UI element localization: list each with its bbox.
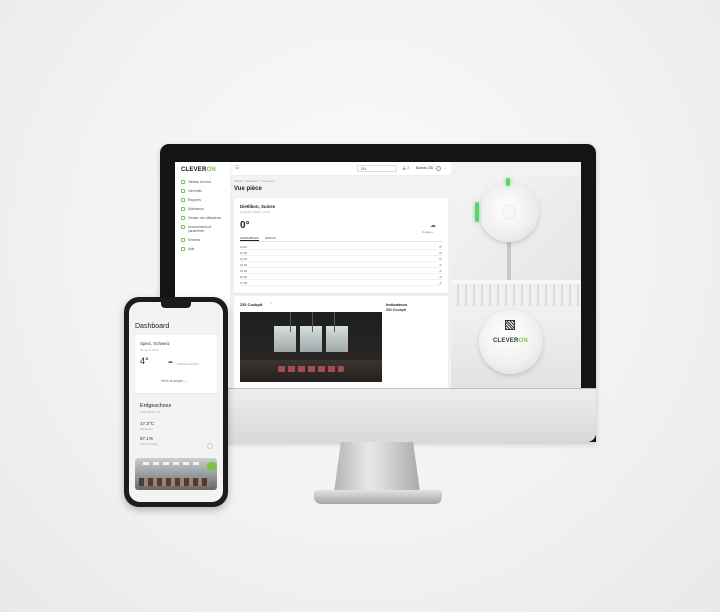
temperature-label: Temperatur (140, 428, 154, 431)
unit-select[interactable]: CH ⌄ (357, 165, 397, 172)
weather-condition: Nuageux (422, 230, 434, 234)
sidebar-item-building[interactable]: Immeuble ⌄ (181, 189, 227, 193)
sidebar-item-services[interactable]: Services (181, 238, 227, 242)
forecast-list: 11:00 0° 12:00 0° 13:00 0° 14:00 -1° 15:00 -1… (240, 244, 442, 286)
sidebar-item-label: Immeuble (188, 189, 202, 193)
sidebar-item-users[interactable]: Utilisateurs (181, 207, 227, 211)
phone-floor-photo (135, 458, 217, 490)
cockpit-title: ZID Cockpit (240, 302, 263, 307)
phone-weather-date: Mi, 11.01.2023 (140, 348, 159, 352)
report-icon (181, 198, 185, 202)
phone-page-title: Dashboard (135, 323, 170, 330)
radiator (451, 284, 581, 306)
lamp (334, 312, 335, 332)
users-icon (181, 207, 185, 211)
sidebar-item-label: Aide (188, 247, 195, 251)
building-icon (181, 189, 185, 193)
show-more-link[interactable]: Mehr anzeigen ⌄ (161, 379, 187, 383)
sidebar-item-user-management[interactable]: Gestion des utilisateurs (181, 216, 227, 220)
main-content: Suisse > Dietlikon > Vue pièce Vue pièce… (231, 176, 451, 388)
sensor-pipe (507, 236, 511, 286)
top-bar: ☰ CH ⌄ 🔔︎ 2 Bureau ZID ⌄ (231, 162, 451, 176)
desktop-screen: CLEVERON Tableau de bord Immeuble ⌄ Rappo… (175, 162, 581, 388)
lamp (290, 312, 291, 332)
thermostat-photo: CLEVERON (451, 280, 581, 388)
phone-weather-condition: Teilweise bewölkt (177, 362, 199, 366)
humidity-value: 67.1% (140, 436, 154, 441)
floor-subtitle: Total Räume: 12 (140, 410, 161, 414)
notification-count: 2 (407, 166, 410, 170)
floor-title: Erdgeschoss (140, 403, 172, 409)
window (274, 326, 296, 352)
subscription-icon (181, 225, 185, 229)
room-photo (240, 312, 382, 382)
sidebar-item-reports[interactable]: Rapports (181, 198, 227, 202)
cockpit-card: ZID Cockpit ✎ Indicateurs ZID Cockpit (234, 296, 448, 388)
window (300, 326, 322, 352)
phone-floor-card[interactable]: Erdgeschoss Total Räume: 12 17.3°C Tempe… (135, 399, 217, 465)
lamp (312, 312, 313, 332)
breadcrumb[interactable]: Suisse > Dietlikon > Vue pièce (234, 179, 275, 183)
edit-icon[interactable]: ✎ (270, 302, 273, 306)
temperature-value: 17.3°C (140, 421, 155, 426)
sensor-led (506, 178, 510, 186)
humidity-label: Luftfeuchtigkeit (140, 443, 158, 446)
phone-weather-city: Spiez, Schweiz (140, 341, 170, 346)
user-name[interactable]: Bureau ZID (416, 165, 433, 172)
device-brand-logo: CLEVERON (493, 338, 528, 344)
indicators-subtitle: ZID Cockpit (386, 308, 406, 312)
sidebar-item-help[interactable]: Aide (181, 247, 227, 251)
help-icon (181, 247, 185, 251)
avatar[interactable] (436, 166, 441, 171)
sidebar-item-label: Tableau de bord (188, 180, 211, 184)
dashboard-icon (181, 180, 185, 184)
monitor-stand (334, 442, 420, 492)
ceiling-lights (143, 462, 203, 465)
app-logo[interactable]: CLEVERON (181, 167, 216, 173)
qr-code-icon (505, 320, 515, 330)
sidebar-item-label: Utilisateurs (188, 207, 204, 211)
weather-date: 11 janvier 2023, 12:10 (240, 210, 270, 214)
notification-bell[interactable]: 🔔︎ 2 (402, 165, 409, 172)
monitor-stand-base (314, 490, 442, 504)
chevron-down-icon: ⌄ (224, 189, 227, 193)
sidebar-item-label: Services (188, 238, 201, 242)
status-ring-icon (207, 443, 213, 449)
phone-screen: Dashboard Spiez, Schweiz Mi, 11.01.2023 … (129, 302, 223, 502)
weather-temperature: 0° (240, 220, 250, 231)
chevron-down-icon[interactable]: ⌄ (444, 165, 447, 172)
indicators-title: Indicateurs (386, 302, 408, 307)
list-item: 17:00 -1° (240, 281, 442, 286)
page-title: Vue pièce (234, 186, 262, 192)
cloud-icon: ☁︎ (167, 359, 173, 365)
phone-weather-card: Spiez, Schweiz Mi, 11.01.2023 4° ☁︎ Teil… (135, 335, 217, 393)
window (326, 326, 348, 352)
sidebar-item-label: Gestion des utilisateurs (188, 216, 222, 220)
weather-card: Dietlikon, Suisse 11 janvier 2023, 12:10… (234, 198, 448, 293)
sensor-knob (503, 206, 515, 218)
furniture (139, 478, 209, 486)
sensor-led (475, 202, 479, 222)
unit-select-value: CH (361, 167, 366, 171)
user-management-icon (181, 216, 185, 220)
weather-city: Dietlikon, Suisse (240, 204, 276, 209)
menu-icon[interactable]: ☰ (235, 165, 239, 171)
sidebar-item-label: Abonnements et paramètres (188, 225, 212, 233)
sidebar-item-subscriptions[interactable]: Abonnements et paramètres (181, 225, 227, 233)
chevron-down-icon: ⌄ (390, 167, 393, 171)
services-icon (181, 238, 185, 242)
sidebar-item-dashboard[interactable]: Tableau de bord (181, 180, 227, 184)
chat-bubble-icon[interactable] (207, 462, 217, 470)
cloud-icon: ☁︎ (430, 223, 436, 229)
sensor-photo (451, 176, 581, 286)
sidebar-nav: Tableau de bord Immeuble ⌄ Rapports Utili… (181, 180, 227, 256)
phone-notch (161, 302, 191, 308)
sidebar-item-label: Rapports (188, 198, 201, 202)
phone-weather-temperature: 4° (140, 356, 149, 366)
chairs (278, 366, 344, 372)
divider (240, 241, 442, 242)
